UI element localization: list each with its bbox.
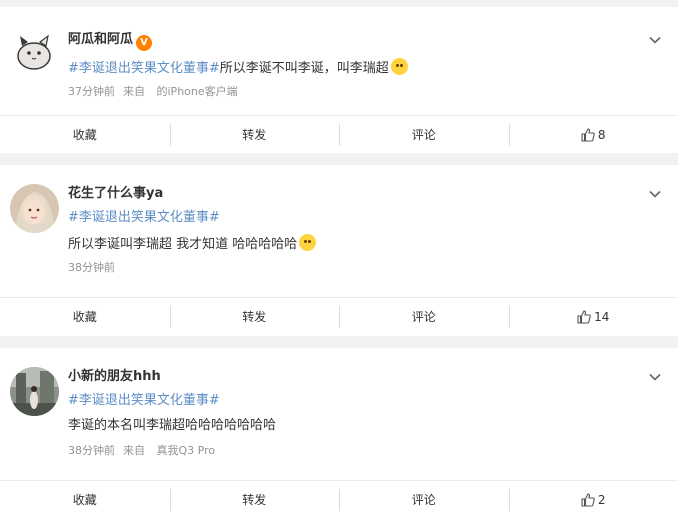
comment-button[interactable]: 评论 (339, 305, 509, 328)
action-bar: 收藏 转发 评论 8 (0, 115, 678, 153)
timestamp[interactable]: 38分钟前 (68, 444, 115, 457)
chevron-down-icon[interactable] (648, 187, 662, 201)
comment-label: 评论 (411, 128, 436, 142)
post-card: 花生了什么事ya #李诞退出笑果文化董事# 所以李诞叫李瑞超 我才知道 哈哈哈哈… (0, 165, 678, 336)
like-count: 8 (597, 127, 606, 142)
like-count: 2 (597, 492, 606, 507)
collect-label: 收藏 (72, 493, 97, 507)
username-text[interactable]: 花生了什么事ya (68, 186, 163, 201)
source: 来自 真我Q3 Pro (123, 444, 215, 457)
chevron-down-icon[interactable] (648, 33, 662, 47)
avatar[interactable] (10, 26, 59, 75)
username[interactable]: 花生了什么事ya (68, 185, 163, 203)
avatar[interactable] (10, 184, 59, 233)
comment-button[interactable]: 评论 (339, 123, 509, 146)
topic-link[interactable]: #李诞退出笑果文化董事# (68, 61, 220, 76)
repost-label: 转发 (242, 128, 267, 142)
post-card: 阿瓜和阿瓜 V #李诞退出笑果文化董事#所以李诞不叫李诞，叫李瑞超 37分钟前 来自… (0, 7, 678, 153)
like-count: 14 (594, 309, 610, 324)
repost-button[interactable]: 转发 (169, 488, 340, 511)
post-text-content: 所以李诞不叫李诞，叫李瑞超 (219, 61, 389, 76)
emoji-icon (390, 58, 408, 75)
post-text: 李诞的本名叫李瑞超哈哈哈哈哈哈哈 (68, 417, 276, 435)
post-text: #李诞退出笑果文化董事#所以李诞不叫李诞，叫李瑞超 (68, 58, 408, 78)
topic-link[interactable]: #李诞退出笑果文化董事# (68, 210, 220, 225)
repost-label: 转发 (242, 310, 267, 324)
source-device[interactable]: 真我Q3 Pro (157, 444, 216, 457)
post-text: 所以李诞叫李瑞超 我才知道 哈哈哈哈哈 (68, 234, 317, 254)
like-button[interactable]: 14 (508, 305, 678, 328)
repost-button[interactable]: 转发 (169, 123, 340, 146)
post-body: 小新的朋友hhh #李诞退出笑果文化董事# 李诞的本名叫李瑞超哈哈哈哈哈哈哈 3… (0, 348, 678, 481)
comment-label: 评论 (411, 310, 436, 324)
timestamp[interactable]: 37分钟前 (68, 85, 115, 98)
source: 来自 的iPhone客户端 (123, 85, 238, 98)
chevron-down-icon[interactable] (648, 370, 662, 384)
post-body: 花生了什么事ya #李诞退出笑果文化董事# 所以李诞叫李瑞超 我才知道 哈哈哈哈… (0, 165, 678, 298)
collect-label: 收藏 (72, 310, 97, 324)
collect-label: 收藏 (72, 128, 97, 142)
post-text-content: 所以李诞叫李瑞超 我才知道 哈哈哈哈哈 (68, 237, 298, 252)
post-meta: 38分钟前 来自 真我Q3 Pro (68, 444, 215, 458)
action-bar: 收藏 转发 评论 2 (0, 480, 678, 512)
topic-line: #李诞退出笑果文化董事# (68, 392, 220, 410)
collect-button[interactable]: 收藏 (0, 306, 170, 328)
timestamp[interactable]: 38分钟前 (68, 261, 115, 274)
username-text[interactable]: 小新的朋友hhh (68, 369, 161, 384)
source-prefix: 来自 (123, 444, 145, 457)
post-body: 阿瓜和阿瓜 V #李诞退出笑果文化董事#所以李诞不叫李诞，叫李瑞超 37分钟前 来自… (0, 7, 678, 121)
thumbs-up-icon (581, 492, 595, 507)
post-meta: 37分钟前 来自 的iPhone客户端 (68, 85, 238, 99)
post-text-content: 李诞的本名叫李瑞超哈哈哈哈哈哈哈 (68, 418, 277, 433)
topic-link[interactable]: #李诞退出笑果文化董事# (68, 393, 220, 408)
like-button[interactable]: 2 (508, 488, 678, 511)
username[interactable]: 小新的朋友hhh (68, 368, 161, 386)
thumbs-up-icon (577, 309, 591, 324)
collect-button[interactable]: 收藏 (0, 489, 170, 511)
post-meta: 38分钟前 (68, 261, 115, 275)
source-prefix: 来自 (123, 85, 145, 98)
emoji-icon (299, 234, 317, 251)
verified-badge-icon: V (136, 35, 153, 51)
action-bar: 收藏 转发 评论 14 (0, 297, 678, 335)
source-device[interactable]: 的iPhone客户端 (157, 85, 238, 98)
comment-button[interactable]: 评论 (339, 488, 509, 511)
repost-label: 转发 (242, 493, 267, 507)
comment-label: 评论 (411, 493, 436, 507)
username[interactable]: 阿瓜和阿瓜 V (68, 31, 153, 51)
weibo-comment-feed: 阿瓜和阿瓜 V #李诞退出笑果文化董事#所以李诞不叫李诞，叫李瑞超 37分钟前 来自… (0, 0, 678, 512)
post-card: 小新的朋友hhh #李诞退出笑果文化董事# 李诞的本名叫李瑞超哈哈哈哈哈哈哈 3… (0, 348, 678, 512)
collect-button[interactable]: 收藏 (0, 124, 170, 146)
repost-button[interactable]: 转发 (169, 305, 340, 328)
thumbs-up-icon (581, 127, 595, 142)
topic-line: #李诞退出笑果文化董事# (68, 209, 220, 227)
like-button[interactable]: 8 (508, 123, 678, 146)
username-text[interactable]: 阿瓜和阿瓜 (68, 32, 133, 47)
avatar[interactable] (10, 367, 59, 416)
